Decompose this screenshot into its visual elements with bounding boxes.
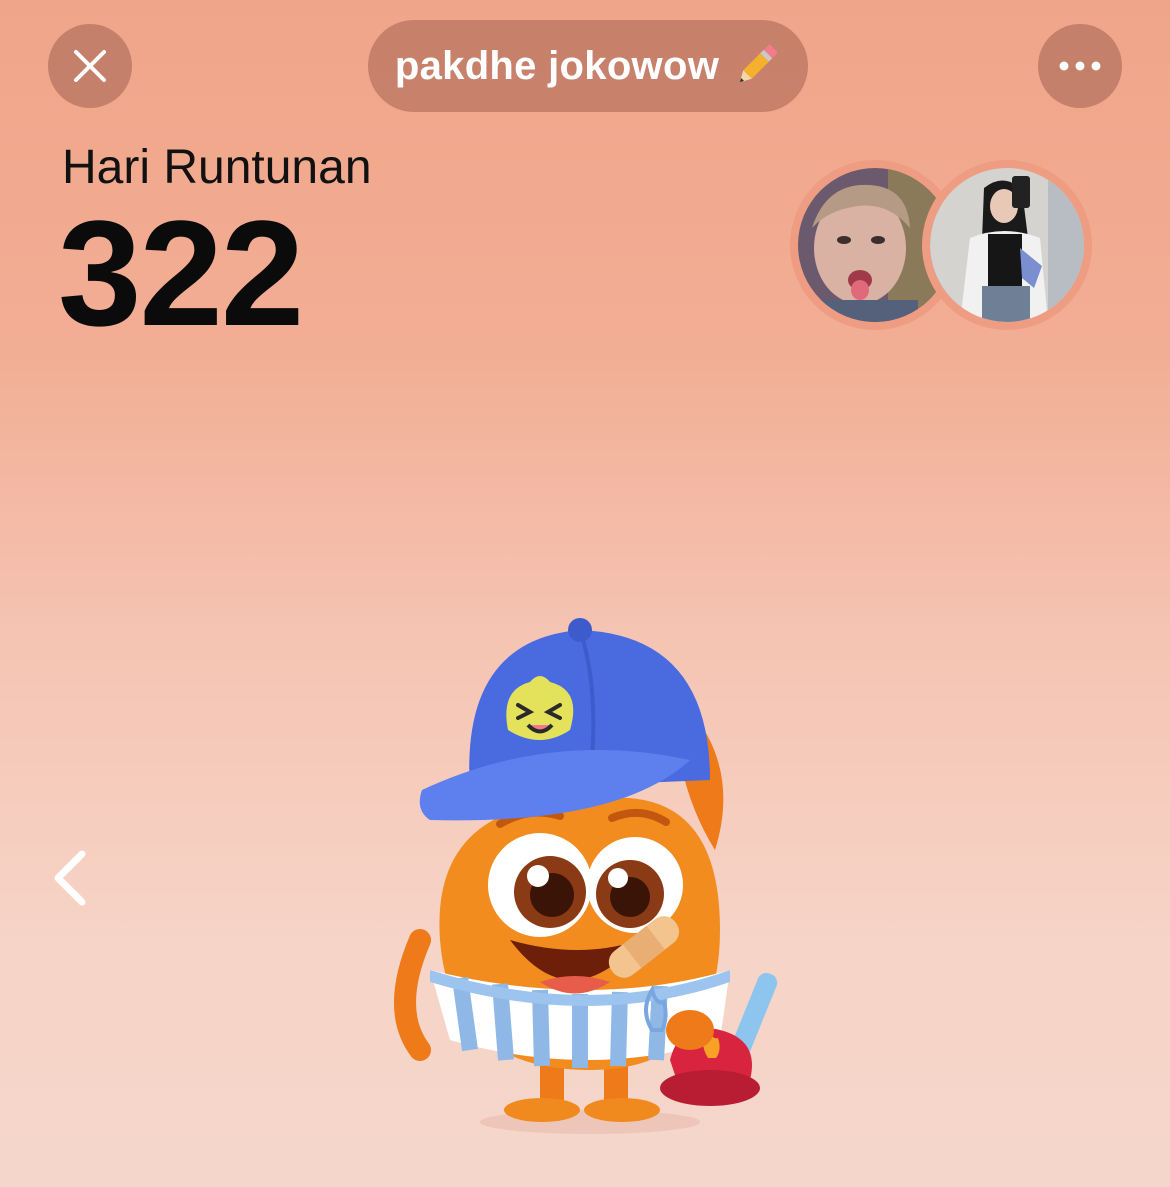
chevron-left-icon — [54, 850, 86, 906]
username-edit-button[interactable]: pakdhe jokowow — [368, 20, 808, 112]
previous-button[interactable] — [48, 848, 98, 908]
username-text: pakdhe jokowow — [394, 43, 720, 88]
more-horizontal-icon — [1059, 61, 1101, 71]
streak-count: 322 — [58, 189, 304, 357]
streak-mascot-illustration — [390, 610, 820, 1140]
friend-avatar-2[interactable] — [922, 160, 1092, 330]
more-options-button[interactable] — [1038, 24, 1122, 108]
close-button[interactable] — [48, 24, 132, 108]
top-bar: pakdhe jokowow — [0, 0, 1170, 130]
close-icon — [74, 50, 106, 82]
pencil-icon — [739, 44, 778, 83]
streak-label: Hari Runtunan — [62, 141, 372, 194]
